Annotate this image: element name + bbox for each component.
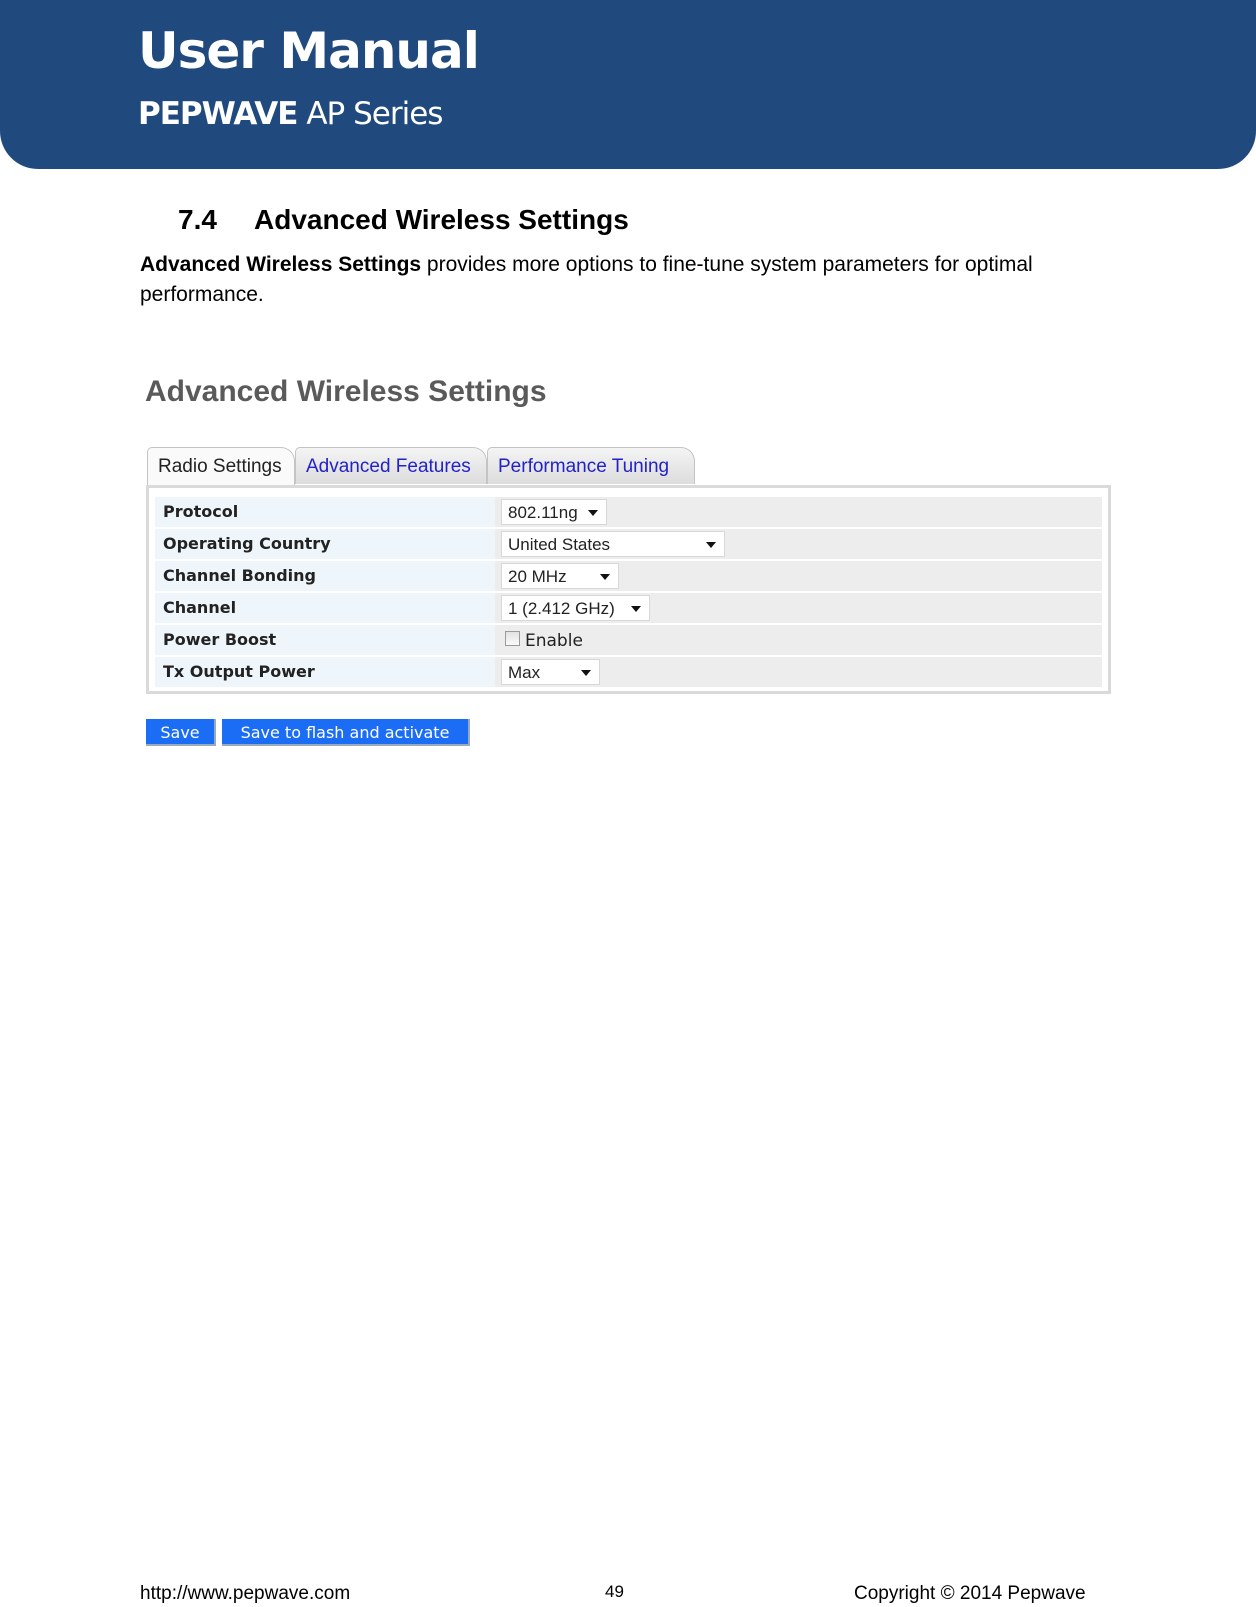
channel-label: Channel bbox=[155, 593, 495, 623]
chevron-down-icon bbox=[600, 574, 610, 580]
protocol-select[interactable]: 802.11ng bbox=[501, 499, 607, 525]
channel-value: 1 (2.412 GHz) bbox=[508, 599, 615, 618]
chevron-down-icon bbox=[706, 542, 716, 548]
tab-radio-settings[interactable]: Radio Settings bbox=[147, 447, 295, 485]
settings-row-channel-bonding: Channel Bonding 20 MHz bbox=[155, 561, 1102, 591]
power-boost-enable-label[interactable]: Enable bbox=[525, 629, 583, 653]
manual-header: User Manual PEPWAVE AP Series bbox=[0, 0, 1256, 169]
power-boost-checkbox[interactable] bbox=[505, 631, 520, 646]
save-button[interactable]: Save bbox=[146, 719, 216, 746]
intro-bold-term: Advanced Wireless Settings bbox=[140, 253, 422, 276]
section-heading: 7.4 Advanced Wireless Settings bbox=[178, 204, 629, 236]
manual-title: User Manual bbox=[138, 22, 480, 80]
operating-country-label: Operating Country bbox=[155, 529, 495, 559]
settings-row-operating-country: Operating Country United States bbox=[155, 529, 1102, 559]
tx-output-power-select[interactable]: Max bbox=[501, 659, 600, 685]
chevron-down-icon bbox=[631, 606, 641, 612]
footer-copyright: Copyright © 2014 Pepwave bbox=[854, 1583, 1086, 1604]
intro-paragraph: Advanced Wireless Settings provides more… bbox=[140, 250, 1130, 310]
tx-output-power-value: Max bbox=[508, 663, 541, 682]
settings-row-power-boost: Power Boost Enable bbox=[155, 625, 1102, 655]
page-number: 49 bbox=[605, 1582, 624, 1601]
operating-country-value: United States bbox=[508, 535, 611, 554]
section-number: 7.4 bbox=[178, 204, 217, 235]
settings-row-tx-output-power: Tx Output Power Max bbox=[155, 657, 1102, 687]
screenshot-page-title: Advanced Wireless Settings bbox=[145, 375, 547, 408]
chevron-down-icon bbox=[581, 670, 591, 676]
operating-country-select[interactable]: United States bbox=[501, 531, 725, 557]
channel-select[interactable]: 1 (2.412 GHz) bbox=[501, 595, 650, 621]
chevron-down-icon bbox=[588, 510, 598, 516]
save-to-flash-and-activate-button[interactable]: Save to flash and activate bbox=[222, 719, 470, 746]
tab-advanced-features[interactable]: Advanced Features bbox=[295, 447, 487, 484]
product-series: PEPWAVE AP Series bbox=[138, 96, 443, 132]
power-boost-label: Power Boost bbox=[155, 625, 495, 655]
series-name: AP Series bbox=[306, 96, 443, 132]
channel-bonding-select[interactable]: 20 MHz bbox=[501, 563, 619, 589]
tx-output-power-label: Tx Output Power bbox=[155, 657, 495, 687]
section-title: Advanced Wireless Settings bbox=[254, 204, 629, 235]
channel-bonding-value: 20 MHz bbox=[508, 567, 567, 586]
protocol-label: Protocol bbox=[155, 497, 495, 527]
radio-settings-panel: Protocol 802.11ng Operating Country Unit… bbox=[146, 485, 1111, 694]
tab-performance-tuning[interactable]: Performance Tuning bbox=[487, 447, 695, 484]
footer-url: http://www.pepwave.com bbox=[140, 1583, 351, 1604]
brand-logo-text: PEPWAVE bbox=[138, 96, 298, 132]
channel-bonding-label: Channel Bonding bbox=[155, 561, 495, 591]
settings-row-protocol: Protocol 802.11ng bbox=[155, 497, 1102, 527]
settings-row-channel: Channel 1 (2.412 GHz) bbox=[155, 593, 1102, 623]
protocol-value: 802.11ng bbox=[508, 503, 578, 522]
